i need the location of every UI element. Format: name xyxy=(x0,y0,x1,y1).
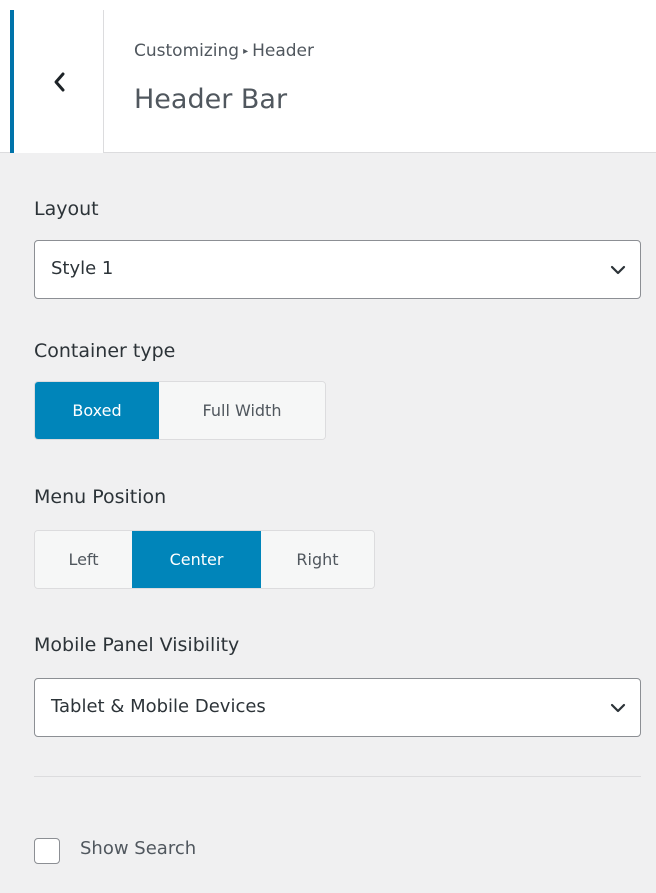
menu-position-group: Left Center Right xyxy=(34,530,375,589)
show-search-checkbox[interactable] xyxy=(34,838,60,864)
breadcrumb-current: Header xyxy=(252,41,315,61)
show-search-label[interactable]: Show Search xyxy=(80,838,196,859)
chevron-down-icon xyxy=(610,703,626,713)
breadcrumb-root: Customizing xyxy=(134,41,240,61)
menu-position-center-button[interactable]: Center xyxy=(132,531,261,588)
chevron-left-icon xyxy=(54,72,64,91)
layout-label: Layout xyxy=(34,198,99,220)
menu-position-label: Menu Position xyxy=(34,486,167,508)
menu-position-right-button[interactable]: Right xyxy=(261,531,374,588)
mobile-panel-select[interactable]: Tablet & Mobile Devices xyxy=(34,678,641,737)
layout-select-value: Style 1 xyxy=(51,258,114,279)
back-button[interactable] xyxy=(10,10,104,153)
container-full-width-button[interactable]: Full Width xyxy=(159,382,325,439)
mobile-panel-label: Mobile Panel Visibility xyxy=(34,634,240,656)
customizer-panel: Customizing ▸ Header Header Bar Layout Sty… xyxy=(0,0,656,893)
page-title: Header Bar xyxy=(134,84,288,115)
panel-header: Customizing ▸ Header Header Bar xyxy=(0,0,656,153)
container-type-group: Boxed Full Width xyxy=(34,381,326,440)
container-boxed-button[interactable]: Boxed xyxy=(35,382,159,439)
breadcrumb-separator: ▸ xyxy=(243,46,249,57)
divider xyxy=(34,776,641,777)
mobile-panel-select-value: Tablet & Mobile Devices xyxy=(51,696,266,717)
layout-select[interactable]: Style 1 xyxy=(34,240,641,299)
container-type-label: Container type xyxy=(34,340,176,362)
breadcrumb: Customizing ▸ Header xyxy=(134,41,314,61)
chevron-down-icon xyxy=(610,265,626,275)
menu-position-left-button[interactable]: Left xyxy=(35,531,132,588)
